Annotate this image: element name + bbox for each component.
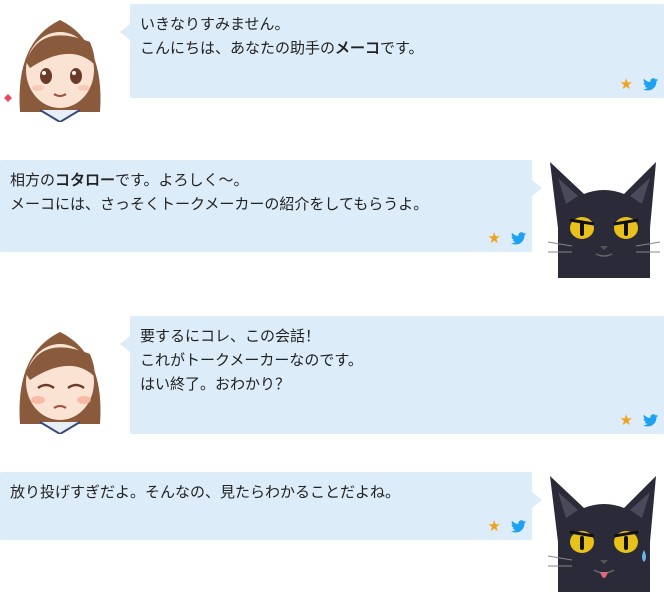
message-actions: ★ <box>488 519 526 534</box>
message-text: こんにちは、あなたの助手の <box>140 39 336 57</box>
twitter-icon[interactable] <box>643 78 658 91</box>
twitter-icon[interactable] <box>511 232 526 245</box>
star-icon[interactable]: ★ <box>488 519 501 534</box>
message-text: 相方の <box>10 171 56 189</box>
message-actions: ★ <box>620 77 658 92</box>
black-cat-icon <box>544 158 664 278</box>
speech-bubble: 放り投げすぎだよ。そんなの、見たらわかることだよね。 ★ <box>0 472 542 540</box>
message-line: こんにちは、あなたの助手のメーコです。 <box>140 36 654 60</box>
black-cat-sweat-icon <box>544 472 664 592</box>
message-text: 放り投げすぎだよ。そんなの、見たらわかることだよね。 <box>10 483 401 501</box>
speech-bubble: いきなりすみません。 こんにちは、あなたの助手のメーコです。 ★ <box>120 4 664 98</box>
message-text: はい終了。おわかり？ <box>140 375 291 393</box>
cat-avatar <box>544 472 664 592</box>
message-line: メーコには、さっそくトークメーカーの紹介をしてもらうよ。 <box>10 192 522 216</box>
twitter-icon[interactable] <box>511 520 526 533</box>
girl-eyes-closed-icon <box>0 314 120 436</box>
message-line: いきなりすみません。 <box>140 12 654 36</box>
girl-smile-icon <box>0 2 120 124</box>
twitter-icon[interactable] <box>643 414 658 427</box>
message-text: これがトークメーカーなのです。 <box>140 351 363 369</box>
message-text: いきなりすみません。 <box>140 15 290 33</box>
speech-bubble: 相方のコタローです。よろしく～。 メーコには、さっそくトークメーカーの紹介をして… <box>0 160 542 252</box>
message-text: です。よろしく～。 <box>115 171 249 189</box>
star-icon[interactable]: ★ <box>488 231 501 246</box>
message-text: です。 <box>380 39 424 57</box>
message-line: 相方のコタローです。よろしく～。 <box>10 168 522 192</box>
message-actions: ★ <box>620 413 658 428</box>
star-icon[interactable]: ★ <box>620 77 633 92</box>
girl-avatar <box>0 314 120 436</box>
message-text: 要するにコレ、この会話！ <box>140 327 321 345</box>
message-line: 放り投げすぎだよ。そんなの、見たらわかることだよね。 <box>10 480 522 504</box>
message-line: 要するにコレ、この会話！ <box>140 324 654 348</box>
message-line: これがトークメーカーなのです。 <box>140 348 654 372</box>
message-actions: ★ <box>488 231 526 246</box>
message-line: はい終了。おわかり？ <box>140 372 654 396</box>
speaker-name: コタロー <box>55 171 116 189</box>
message-text: メーコには、さっそくトークメーカーの紹介をしてもらうよ。 <box>10 195 429 213</box>
speaker-name: メーコ <box>335 39 381 57</box>
speech-bubble: 要するにコレ、この会話！ これがトークメーカーなのです。 はい終了。おわかり？ … <box>120 316 664 434</box>
girl-avatar <box>0 2 120 124</box>
cat-avatar <box>544 158 664 278</box>
star-icon[interactable]: ★ <box>620 413 633 428</box>
